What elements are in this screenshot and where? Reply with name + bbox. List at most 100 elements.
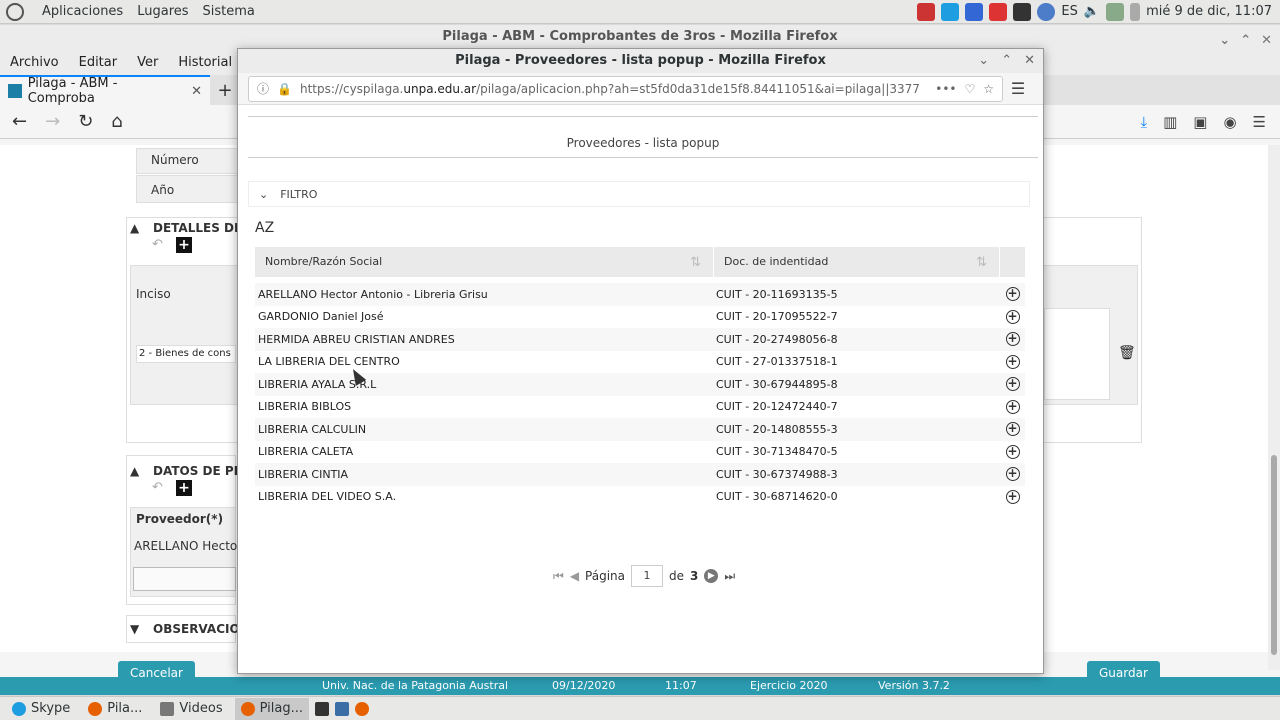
terminal-icon[interactable]	[315, 701, 330, 716]
download-icon[interactable]: ⤓	[1140, 113, 1147, 131]
new-tab-icon[interactable]: +	[210, 80, 240, 101]
select-proveedor-icon[interactable]: +	[1005, 332, 1020, 347]
first-page-icon[interactable]: ⏮	[553, 569, 564, 584]
network-icon[interactable]	[1106, 2, 1125, 21]
undo-datos-icon[interactable]: ↶	[152, 480, 163, 495]
keyboard-layout[interactable]: ES	[1061, 4, 1077, 19]
undo-icon[interactable]: ↶	[152, 237, 163, 252]
maximize-icon[interactable]: ⌃	[1240, 29, 1251, 53]
table-row[interactable]: GARDONIO Daniel José CUIT - 20-17095522-7…	[255, 306, 1025, 329]
task-pilag[interactable]: Pilag...	[234, 697, 310, 720]
close-icon[interactable]: ✕	[1261, 29, 1272, 53]
select-proveedor-icon[interactable]: +	[1005, 467, 1020, 482]
menu-lugares[interactable]: Lugares	[137, 4, 188, 19]
sort-icon[interactable]: ⇅	[976, 255, 987, 270]
table-row[interactable]: HERMIDA ABREU CRISTIAN ANDRES CUIT - 20-2…	[255, 328, 1025, 351]
sort-az-icon[interactable]: AZ	[255, 220, 274, 236]
minimize-icon[interactable]: ⌄	[1219, 29, 1230, 53]
add-datos-button[interactable]: +	[176, 480, 192, 496]
menu-aplicaciones[interactable]: Aplicaciones	[42, 4, 123, 19]
prev-page-icon[interactable]: ◀	[570, 569, 579, 583]
menu-archivo[interactable]: Archivo	[10, 55, 59, 70]
bluetooth-icon[interactable]	[1037, 2, 1056, 21]
sort-icon[interactable]: ⇅	[690, 255, 701, 270]
select-proveedor-icon[interactable]: +	[1005, 489, 1020, 504]
lock-icon[interactable]: 🔒	[277, 82, 292, 96]
table-row[interactable]: LIBRERIA BIBLOS CUIT - 20-12472440-7 +	[255, 396, 1025, 419]
select-proveedor-icon[interactable]: +	[1005, 354, 1020, 369]
screen-icon[interactable]	[1013, 2, 1032, 21]
page-scrollbar-thumb[interactable]	[1271, 455, 1277, 655]
next-page-icon[interactable]: ▶	[704, 569, 719, 583]
task-pila[interactable]: Pila...	[82, 698, 148, 720]
select-proveedor-icon[interactable]: +	[1005, 377, 1020, 392]
firefox-tray-icon[interactable]	[1246, 702, 1260, 716]
column-header-nombre[interactable]: Nombre/Razón Social ⇅	[255, 247, 714, 277]
anydesk-icon[interactable]	[989, 2, 1008, 21]
last-page-icon[interactable]: ⏭	[724, 569, 735, 584]
battery-icon[interactable]	[1130, 2, 1141, 21]
select-proveedor-icon[interactable]: +	[1005, 444, 1020, 459]
popup-urlbar: ⓘ 🔒 https://cyspilaga.unpa.edu.ar/pilaga…	[238, 73, 1043, 105]
menu-historial[interactable]: Historial	[178, 55, 232, 70]
popup-maximize-icon[interactable]: ⌃	[1001, 49, 1012, 73]
select-proveedor-icon[interactable]: +	[1005, 309, 1020, 324]
proveedor-input[interactable]	[133, 567, 236, 591]
proveedor-doc: CUIT - 30-67944895-8	[716, 377, 838, 391]
page-number-input[interactable]: 1	[631, 565, 664, 587]
library-icon[interactable]: ▥	[1163, 113, 1177, 131]
popup-titlebar: Pilaga - Proveedores - lista popup - Moz…	[238, 49, 1043, 73]
home-icon[interactable]: ⌂	[111, 111, 122, 132]
virtualbox-icon[interactable]	[335, 701, 350, 716]
skype-tray-icon[interactable]	[941, 2, 960, 21]
account-icon[interactable]: ◉	[1223, 113, 1236, 131]
popup-menu-icon[interactable]: ☰	[1003, 79, 1033, 98]
filtro-toggle[interactable]: ⌄ FILTRO	[248, 181, 1030, 207]
firefox-launcher-icon[interactable]	[355, 701, 370, 716]
table-row[interactable]: LIBRERIA CINTIA CUIT - 30-67374988-3 +	[255, 463, 1025, 486]
table-row[interactable]: LIBRERIA AYALA S.R.L CUIT - 30-67944895-8…	[255, 373, 1025, 396]
table-row[interactable]: LIBRERIA CALETA CUIT - 30-71348470-5 +	[255, 441, 1025, 464]
record-icon[interactable]	[917, 2, 936, 21]
menu-ver[interactable]: Ver	[137, 55, 158, 70]
info-icon[interactable]: ⓘ	[257, 80, 269, 97]
distro-logo-icon[interactable]	[6, 2, 24, 21]
page-actions-icon[interactable]: •••	[935, 82, 956, 96]
select-proveedor-icon[interactable]: +	[1005, 422, 1020, 437]
task-skype[interactable]: Skype	[6, 698, 76, 720]
menu-editar[interactable]: Editar	[79, 55, 118, 70]
menu-icon[interactable]: ☰	[1253, 113, 1266, 131]
popup-close-icon[interactable]: ✕	[1024, 49, 1035, 73]
table-row[interactable]: LIBRERIA CALCULIN CUIT - 20-14808555-3 +	[255, 418, 1025, 441]
expand-obs-icon[interactable]: ▼	[130, 622, 139, 636]
clock[interactable]: mié 9 de dic, 11:07	[1146, 4, 1272, 19]
table-row[interactable]: LIBRERIA DEL VIDEO S.A. CUIT - 30-6871462…	[255, 486, 1025, 509]
tab-pilaga[interactable]: Pilaga - ABM - Comproba ✕	[0, 75, 210, 106]
collapse-icon[interactable]: ▲	[130, 221, 139, 235]
bookmark-star-icon[interactable]: ☆	[983, 82, 994, 96]
sidebar-icon[interactable]: ▣	[1193, 113, 1207, 131]
add-detalle-button[interactable]: +	[176, 237, 192, 253]
collapse-datos-icon[interactable]: ▲	[130, 464, 139, 478]
url-input[interactable]: ⓘ 🔒 https://cyspilaga.unpa.edu.ar/pilaga…	[248, 75, 1003, 102]
table-row[interactable]: LA LIBRERIA DEL CENTRO CUIT - 27-01337518…	[255, 351, 1025, 374]
pocket-icon[interactable]: ♡	[964, 82, 975, 96]
select-proveedor-icon[interactable]: +	[1005, 287, 1020, 302]
reload-icon[interactable]: ↻	[78, 111, 93, 132]
forward-icon[interactable]: →	[45, 111, 60, 132]
popup-minimize-icon[interactable]: ⌄	[978, 49, 989, 73]
tab-close-icon[interactable]: ✕	[191, 84, 202, 99]
back-icon[interactable]: ←	[12, 111, 27, 132]
task-videos[interactable]: Videos	[154, 698, 228, 720]
teamviewer-icon[interactable]	[965, 2, 984, 21]
inciso-select[interactable]: 2 - Bienes de cons	[136, 345, 236, 363]
volume-icon[interactable]: 🔈	[1084, 4, 1100, 19]
column-header-doc[interactable]: Doc. de indentidad ⇅	[714, 247, 1000, 277]
main-window-title-text: Pilaga - ABM - Comprobantes de 3ros - Mo…	[442, 29, 838, 44]
menu-sistema[interactable]: Sistema	[203, 4, 255, 19]
page-scrollbar[interactable]	[1268, 145, 1280, 670]
select-proveedor-icon[interactable]: +	[1005, 399, 1020, 414]
trash-icon[interactable]: 🗑	[1118, 345, 1136, 361]
textarea[interactable]	[1044, 308, 1110, 400]
table-row[interactable]: ARELLANO Hector Antonio - Libreria Grisu…	[255, 283, 1025, 306]
